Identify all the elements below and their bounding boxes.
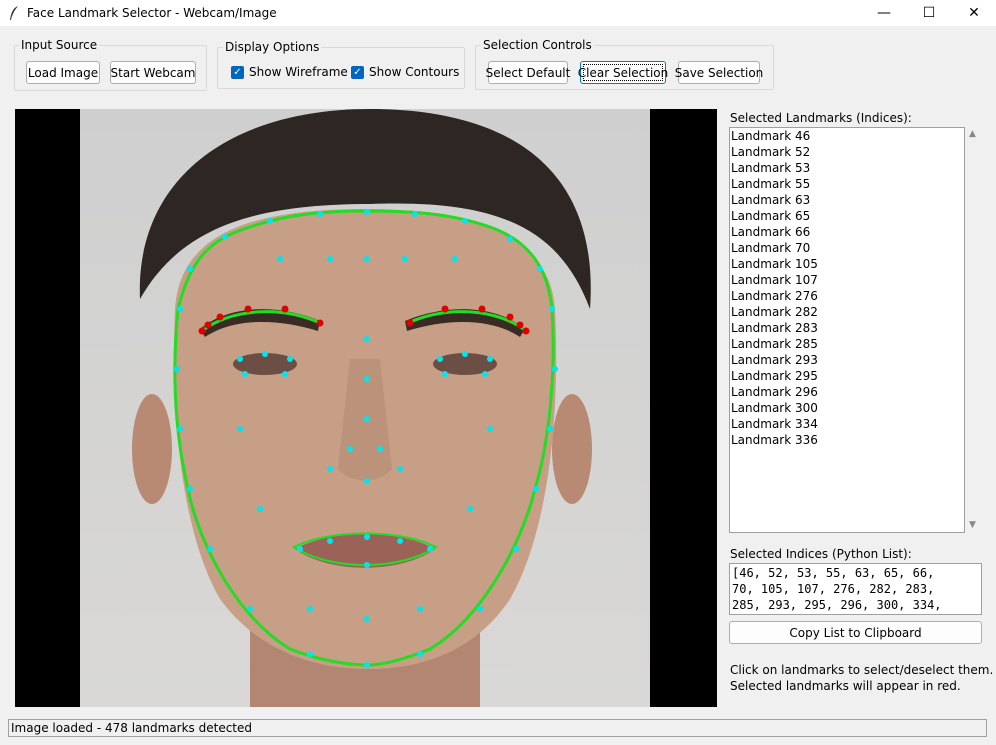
list-scrollbar[interactable]: ▲ ▼	[966, 127, 983, 533]
python-list-line: 70, 105, 107, 276, 282, 283,	[732, 582, 935, 596]
list-item[interactable]: Landmark 334	[730, 416, 964, 432]
input-source-label: Input Source	[19, 38, 100, 52]
clear-selection-button[interactable]: Clear Selection	[578, 61, 668, 84]
list-item[interactable]: Landmark 52	[730, 144, 964, 160]
list-item[interactable]: Landmark 293	[730, 352, 964, 368]
list-item[interactable]: Landmark 66	[730, 224, 964, 240]
list-item[interactable]: Landmark 336	[730, 432, 964, 448]
select-default-button[interactable]: Select Default	[486, 61, 570, 84]
list-item[interactable]: Landmark 65	[730, 208, 964, 224]
selected-landmarks-title: Selected Landmarks (Indices):	[730, 111, 912, 125]
show-contours-checkbox[interactable]: ✓ Show Contours	[351, 65, 459, 79]
status-bar: Image loaded - 478 landmarks detected	[8, 719, 987, 737]
python-list-line: 285, 293, 295, 296, 300, 334,	[732, 598, 942, 612]
window-title: Face Landmark Selector - Webcam/Image	[27, 6, 277, 20]
face-photo	[80, 109, 650, 707]
maximize-button[interactable]: ☐	[906, 0, 952, 26]
feather-icon	[10, 6, 18, 20]
list-item[interactable]: Landmark 283	[730, 320, 964, 336]
display-options-label: Display Options	[223, 40, 322, 54]
show-wireframe-checkbox[interactable]: ✓ Show Wireframe	[231, 65, 348, 79]
scroll-up-icon[interactable]: ▲	[969, 129, 976, 139]
face-illustration	[132, 109, 592, 707]
minimize-button[interactable]: —	[861, 0, 907, 26]
list-item[interactable]: Landmark 296	[730, 384, 964, 400]
image-canvas[interactable]	[15, 109, 717, 707]
show-wireframe-label: Show Wireframe	[249, 65, 348, 79]
list-item[interactable]: Landmark 282	[730, 304, 964, 320]
close-button[interactable]: ✕	[951, 0, 996, 26]
selection-controls-label: Selection Controls	[481, 38, 594, 52]
list-item[interactable]: Landmark 105	[730, 256, 964, 272]
list-item[interactable]: Landmark 107	[730, 272, 964, 288]
python-list-line: [46, 52, 53, 55, 63, 65, 66,	[732, 566, 935, 580]
save-selection-button[interactable]: Save Selection	[675, 61, 763, 84]
list-item[interactable]: Landmark 46	[730, 128, 964, 144]
start-webcam-button[interactable]: Start Webcam	[110, 61, 196, 84]
list-item[interactable]: Landmark 300	[730, 400, 964, 416]
selected-landmarks-list[interactable]: Landmark 46 Landmark 52 Landmark 53 Land…	[729, 127, 965, 533]
title-bar: Face Landmark Selector - Webcam/Image — …	[0, 0, 996, 26]
python-list-textbox[interactable]: [46, 52, 53, 55, 63, 65, 66, 70, 105, 107…	[729, 563, 982, 615]
list-item[interactable]: Landmark 63	[730, 192, 964, 208]
scroll-down-icon[interactable]: ▼	[969, 520, 976, 530]
copy-list-button[interactable]: Copy List to Clipboard	[729, 621, 982, 644]
help-text-line1: Click on landmarks to select/deselect th…	[730, 663, 994, 677]
show-contours-label: Show Contours	[369, 65, 460, 79]
list-item[interactable]: Landmark 285	[730, 336, 964, 352]
load-image-button[interactable]: Load Image	[26, 61, 100, 84]
checkbox-check-icon: ✓	[351, 65, 364, 79]
list-item[interactable]: Landmark 295	[730, 368, 964, 384]
checkbox-check-icon: ✓	[231, 65, 244, 79]
list-item[interactable]: Landmark 276	[730, 288, 964, 304]
python-list-title: Selected Indices (Python List):	[730, 547, 912, 561]
list-item[interactable]: Landmark 70	[730, 240, 964, 256]
help-text-line2: Selected landmarks will appear in red.	[730, 679, 961, 693]
list-item[interactable]: Landmark 53	[730, 160, 964, 176]
list-item[interactable]: Landmark 55	[730, 176, 964, 192]
